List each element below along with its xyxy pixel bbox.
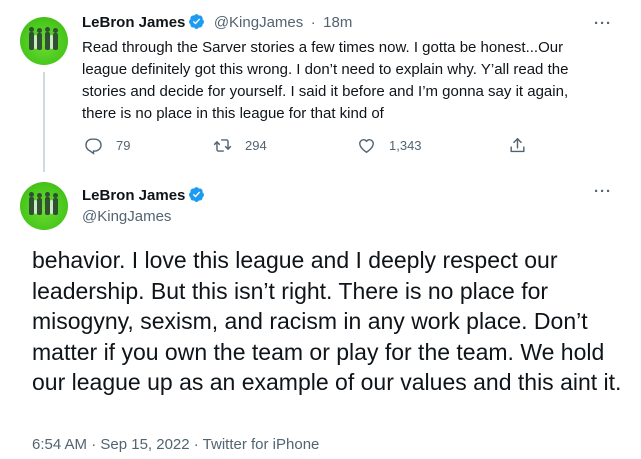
like-icon: [359, 139, 374, 153]
reply-icon: [85, 138, 102, 155]
separator: ·: [310, 14, 316, 31]
like-count: 1,343: [389, 138, 422, 153]
author-handle[interactable]: @KingJames: [214, 14, 303, 31]
share-button[interactable]: [508, 136, 540, 155]
tweet-time[interactable]: 18m: [323, 14, 352, 31]
timestamp-text: 6:54 AM · Sep 15, 2022 · Twitter for iPh…: [32, 436, 320, 453]
author-name[interactable]: LeBron James: [82, 14, 185, 31]
more-icon[interactable]: ···: [594, 183, 612, 200]
tweet-header: LeBron James @KingJames · 18m: [82, 13, 352, 32]
avatar[interactable]: [20, 182, 68, 230]
reply-button[interactable]: 79: [84, 136, 130, 155]
author-name[interactable]: LeBron James: [82, 187, 185, 204]
tweet-text: behavior. I love this league and I deepl…: [32, 247, 622, 395]
verified-badge-icon: [189, 187, 205, 202]
retweet-button[interactable]: 294: [213, 136, 267, 155]
retweet-count: 294: [245, 138, 267, 153]
retweet-icon: [213, 139, 232, 152]
tweet-text: Read through the Sarver stories a few ti…: [82, 39, 569, 122]
avatar[interactable]: [20, 17, 68, 65]
avatar-image: [29, 192, 58, 215]
avatar-image: [29, 27, 58, 50]
more-icon[interactable]: ···: [594, 15, 612, 32]
tweet-timestamp[interactable]: 6:54 AM · Sep 15, 2022 · Twitter for iPh…: [32, 436, 319, 453]
verified-badge-icon: [189, 14, 205, 29]
like-button[interactable]: 1,343: [357, 136, 422, 155]
author-handle[interactable]: @KingJames: [82, 208, 171, 225]
tweet-actions: 79 294 1,343: [82, 136, 542, 156]
share-icon: [510, 138, 525, 153]
thread-connector: [43, 72, 45, 172]
reply-count: 79: [116, 138, 131, 153]
